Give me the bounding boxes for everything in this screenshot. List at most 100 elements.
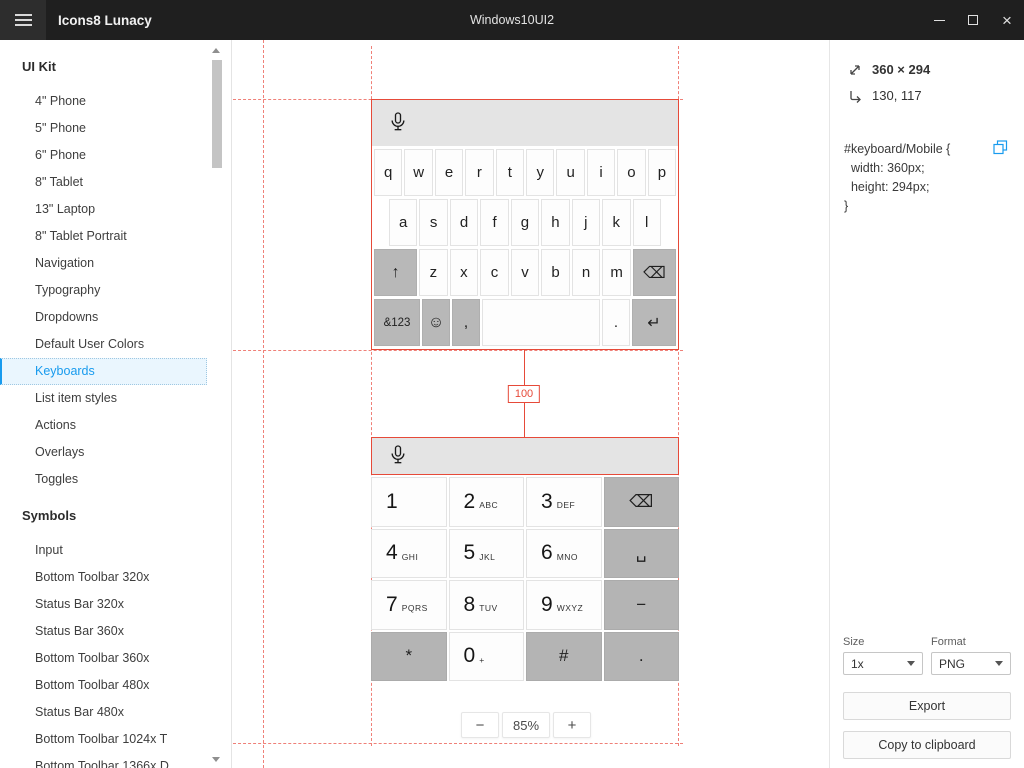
qwerty-keyboard-artboard[interactable]: q w e r t y u i o p a s d f g h j k l ↑ z x c v b n m ⌫ &123 ☺,. ↵ bbox=[371, 99, 679, 350]
key-backspace[interactable]: ⌫ bbox=[632, 249, 676, 296]
key-b[interactable]: b bbox=[541, 249, 570, 296]
guide-line-horizontal bbox=[233, 743, 683, 744]
key-1[interactable]: 1 bbox=[371, 477, 447, 527]
sidebar-item-status-bar-320x[interactable]: Status Bar 320x bbox=[0, 591, 207, 618]
keyboard-mic-bar[interactable] bbox=[371, 437, 679, 475]
key-enter[interactable]: ↵ bbox=[632, 299, 676, 346]
key-9[interactable]: 9 WXYZ bbox=[526, 580, 602, 630]
key-z[interactable]: z bbox=[419, 249, 448, 296]
sidebar-item-input[interactable]: Input bbox=[0, 537, 207, 564]
key-shift[interactable]: ↑ bbox=[374, 249, 418, 296]
maximize-button[interactable] bbox=[956, 0, 990, 40]
sidebar-item-6-phone[interactable]: 6" Phone bbox=[0, 142, 207, 169]
zoom-bar: − 85% + bbox=[461, 712, 591, 738]
sidebar-item-actions[interactable]: Actions bbox=[0, 412, 207, 439]
key-e[interactable]: e bbox=[434, 149, 464, 196]
export-button[interactable]: Export bbox=[843, 692, 1011, 720]
sidebar-item-default-user-colors[interactable]: Default User Colors bbox=[0, 331, 207, 358]
hamburger-icon bbox=[14, 14, 32, 16]
key-l[interactable]: l bbox=[632, 199, 661, 246]
sidebar-item-toggles[interactable]: Toggles bbox=[0, 466, 207, 493]
close-button[interactable]: × bbox=[990, 0, 1024, 40]
canvas[interactable]: q w e r t y u i o p a s d f g h j k l ↑ z x c v b n m ⌫ &123 ☺,. ↵ 100… bbox=[233, 40, 829, 768]
sidebar-item-list-item-styles[interactable]: List item styles bbox=[0, 385, 207, 412]
key-4[interactable]: 4 GHI bbox=[371, 528, 447, 578]
key-j[interactable]: j bbox=[571, 199, 601, 246]
scroll-up-arrow-icon[interactable] bbox=[212, 48, 220, 53]
sidebar-item-keyboards[interactable]: Keyboards bbox=[0, 358, 207, 385]
sidebar-item-navigation[interactable]: Navigation bbox=[0, 250, 207, 277]
maximize-icon bbox=[968, 15, 978, 25]
key-h[interactable]: h bbox=[541, 199, 570, 246]
key-symbols[interactable]: &123 bbox=[374, 299, 420, 346]
key-t[interactable]: t bbox=[495, 149, 525, 196]
key-o[interactable]: o bbox=[617, 149, 646, 196]
key-q[interactable]: q bbox=[374, 149, 403, 196]
keyboard-mic-bar[interactable] bbox=[372, 100, 678, 146]
key-period[interactable]: . bbox=[602, 299, 630, 346]
key-s[interactable]: s bbox=[419, 199, 448, 246]
sidebar-item-4-phone[interactable]: 4" Phone bbox=[0, 88, 207, 115]
key-w[interactable]: w bbox=[404, 149, 433, 196]
sidebar-item-13-laptop[interactable]: 13" Laptop bbox=[0, 196, 207, 223]
key-c[interactable]: c bbox=[480, 249, 509, 296]
key-backspace[interactable]: ⌫ bbox=[603, 477, 679, 527]
key-m[interactable]: m bbox=[602, 249, 631, 296]
scroll-down-arrow-icon[interactable] bbox=[212, 757, 220, 762]
key-hash[interactable]: # bbox=[526, 631, 602, 681]
key-0[interactable]: 0 + bbox=[448, 631, 524, 681]
size-select[interactable]: 1x bbox=[843, 652, 923, 675]
key-y[interactable]: y bbox=[526, 149, 555, 196]
sidebar-item-overlays[interactable]: Overlays bbox=[0, 439, 207, 466]
key-n[interactable]: n bbox=[571, 249, 601, 296]
key-3[interactable]: 3 DEF bbox=[526, 477, 602, 527]
format-select[interactable]: PNG bbox=[931, 652, 1011, 675]
key-2[interactable]: 2 ABC bbox=[448, 477, 524, 527]
sidebar-item-bottom-toolbar-1366x-d[interactable]: Bottom Toolbar 1366x D bbox=[0, 753, 207, 768]
sidebar-item-dropdowns[interactable]: Dropdowns bbox=[0, 304, 207, 331]
key-v[interactable]: v bbox=[510, 249, 540, 296]
key-asterisk[interactable]: * bbox=[371, 631, 447, 681]
key-comma[interactable]: , bbox=[452, 299, 480, 346]
numpad-keyboard-artboard[interactable]: 1 2 ABC 3 DEF ⌫ 4 GHI 5 JKL 6 MNO ␣ 7 PQRS 8 TUV 9 WXYZ − * 0… bbox=[371, 437, 679, 681]
sidebar-item-bottom-toolbar-1024x-t[interactable]: Bottom Toolbar 1024x T bbox=[0, 726, 207, 753]
key-period[interactable]: . bbox=[603, 631, 679, 681]
key-minus[interactable]: − bbox=[603, 580, 679, 630]
sidebar-scrollbar-thumb[interactable] bbox=[212, 60, 222, 168]
key-f[interactable]: f bbox=[480, 199, 509, 246]
key-space[interactable]: ␣ bbox=[603, 528, 679, 578]
key-d[interactable]: d bbox=[449, 199, 479, 246]
key-space[interactable] bbox=[482, 299, 600, 346]
zoom-level[interactable]: 85% bbox=[502, 712, 550, 738]
zoom-in-button[interactable]: + bbox=[553, 712, 591, 738]
key-p[interactable]: p bbox=[647, 149, 677, 196]
sidebar-item-bottom-toolbar-320x[interactable]: Bottom Toolbar 320x bbox=[0, 564, 207, 591]
menu-button[interactable] bbox=[0, 0, 46, 40]
sidebar-item-5-phone[interactable]: 5" Phone bbox=[0, 115, 207, 142]
key-5[interactable]: 5 JKL bbox=[448, 528, 524, 578]
key-a[interactable]: a bbox=[389, 199, 418, 246]
sidebar-item-status-bar-360x[interactable]: Status Bar 360x bbox=[0, 618, 207, 645]
sidebar-item-8-tablet-portrait[interactable]: 8" Tablet Portrait bbox=[0, 223, 207, 250]
key-6[interactable]: 6 MNO bbox=[526, 528, 602, 578]
key-i[interactable]: i bbox=[586, 149, 616, 196]
key-8[interactable]: 8 TUV bbox=[448, 580, 524, 630]
key-g[interactable]: g bbox=[510, 199, 540, 246]
key-7[interactable]: 7 PQRS bbox=[371, 580, 447, 630]
key-u[interactable]: u bbox=[556, 149, 585, 196]
copy-css-icon[interactable] bbox=[993, 140, 1008, 155]
key-r[interactable]: r bbox=[465, 149, 494, 196]
key-emoji[interactable]: ☺ bbox=[422, 299, 450, 346]
minimize-button[interactable] bbox=[922, 0, 956, 40]
sidebar-item-typography[interactable]: Typography bbox=[0, 277, 207, 304]
copy-to-clipboard-button[interactable]: Copy to clipboard bbox=[843, 731, 1011, 759]
sidebar-item-8-tablet[interactable]: 8" Tablet bbox=[0, 169, 207, 196]
numpad-keys: 1 2 ABC 3 DEF ⌫ 4 GHI 5 JKL 6 MNO ␣ 7 PQRS 8 TUV 9 WXYZ − * 0… bbox=[371, 477, 679, 681]
key-k[interactable]: k bbox=[602, 199, 631, 246]
zoom-out-button[interactable]: − bbox=[461, 712, 499, 738]
sidebar-item-bottom-toolbar-360x[interactable]: Bottom Toolbar 360x bbox=[0, 645, 207, 672]
sidebar-item-bottom-toolbar-480x[interactable]: Bottom Toolbar 480x bbox=[0, 672, 207, 699]
sidebar-item-status-bar-480x[interactable]: Status Bar 480x bbox=[0, 699, 207, 726]
sidebar-section-header-ui-kit: UI Kit bbox=[22, 59, 56, 74]
key-x[interactable]: x bbox=[449, 249, 479, 296]
